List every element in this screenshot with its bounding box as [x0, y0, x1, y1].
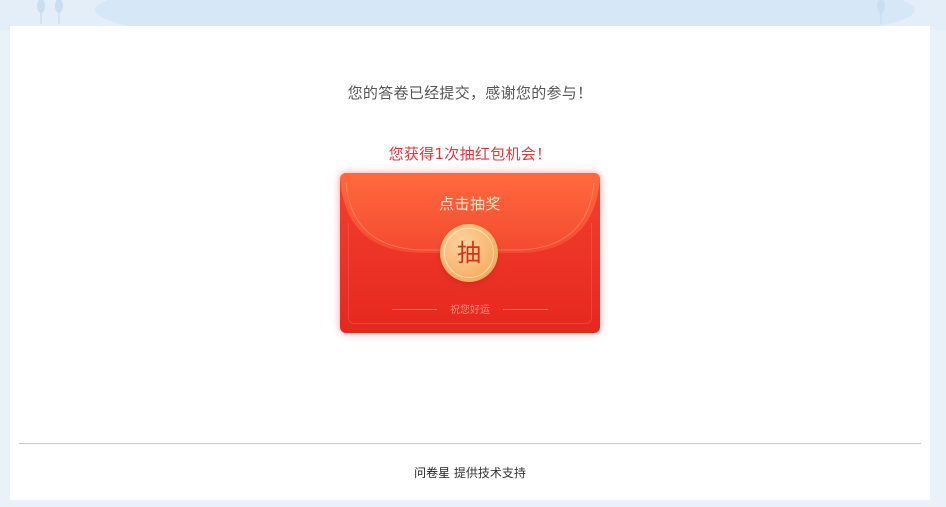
coin-ring: [444, 228, 494, 278]
result-card: 您的答卷已经提交，感谢您的参与！ 您获得1次抽红包机会！ 点击抽奖 抽 祝您好运…: [10, 26, 930, 500]
brand-link[interactable]: 问卷星: [414, 466, 450, 480]
draw-coin-button[interactable]: 抽: [440, 224, 498, 282]
footer-divider: [19, 443, 921, 444]
good-luck-text: 祝您好运: [450, 305, 490, 316]
tree-icon: [877, 0, 885, 24]
lottery-chance-text: 您获得1次抽红包机会！: [388, 145, 552, 163]
draw-title: 点击抽奖: [438, 195, 501, 213]
luck-divider-right: [503, 309, 548, 310]
red-packet-button[interactable]: 点击抽奖 抽 祝您好运: [340, 173, 600, 333]
tree-icon: [55, 0, 63, 24]
tree-icon: [37, 0, 45, 24]
footer: 问卷星 提供技术支持: [10, 464, 930, 481]
submit-thanks-text: 您的答卷已经提交，感谢您的参与！: [347, 84, 593, 102]
support-text: 提供技术支持: [453, 466, 526, 480]
